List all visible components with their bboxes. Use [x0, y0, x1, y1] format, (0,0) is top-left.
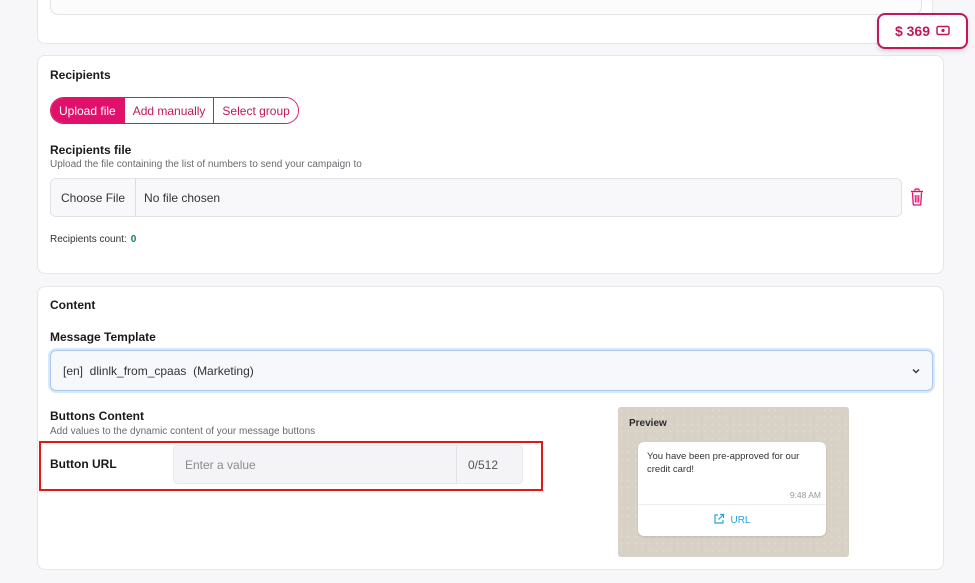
- recipients-count: Recipients count: 0: [50, 234, 136, 245]
- preview-url-button[interactable]: URL: [638, 509, 826, 531]
- message-template-value: [en] dlinlk_from_cpaas (Marketing): [63, 363, 254, 378]
- message-template-select[interactable]: [en] dlinlk_from_cpaas (Marketing): [50, 350, 933, 391]
- button-url-label: Button URL: [50, 457, 117, 471]
- recipients-card: Recipients Upload file Add manually Sele…: [37, 55, 944, 274]
- preview-message-text: You have been pre-approved for our credi…: [647, 451, 800, 475]
- previous-section-field[interactable]: [50, 0, 922, 15]
- previous-section-card: [37, 0, 933, 44]
- recipients-file-helper: Upload the file containing the list of n…: [50, 159, 362, 170]
- preview-title: Preview: [629, 418, 667, 429]
- chevron-down-icon: [910, 365, 922, 377]
- balance-amount: $ 369: [894, 23, 931, 39]
- tab-select-group[interactable]: Select group: [214, 98, 298, 123]
- content-card: Content Message Template [en] dlinlk_fro…: [37, 286, 944, 570]
- preview-url-label: URL: [730, 514, 751, 526]
- buttons-content-helper: Add values to the dynamic content of you…: [50, 426, 316, 437]
- recipients-file-label: Recipients file: [50, 143, 132, 157]
- cash-icon: [936, 23, 950, 39]
- trash-icon[interactable]: [910, 188, 924, 206]
- content-title: Content: [50, 298, 96, 312]
- preview-message-time: 9:48 AM: [789, 490, 821, 500]
- message-template-label: Message Template: [50, 330, 156, 344]
- file-input[interactable]: Choose File No file chosen: [50, 178, 902, 217]
- tab-upload-file[interactable]: Upload file: [51, 98, 125, 123]
- button-url-field: 0/512: [173, 445, 523, 484]
- tab-add-manually[interactable]: Add manually: [124, 98, 215, 123]
- recipients-count-label: Recipients count:: [50, 234, 127, 245]
- message-bubble: You have been pre-approved for our credi…: [638, 442, 826, 536]
- button-url-input[interactable]: [174, 446, 456, 483]
- bubble-divider: [638, 504, 826, 505]
- external-link-icon: [713, 513, 725, 528]
- balance-badge[interactable]: $ 369: [877, 13, 968, 49]
- button-url-char-counter: 0/512: [456, 446, 522, 483]
- recipients-count-value: 0: [130, 234, 137, 245]
- file-status-text: No file chosen: [144, 190, 221, 205]
- buttons-content-title: Buttons Content: [50, 409, 144, 423]
- recipients-source-tabs: Upload file Add manually Select group: [50, 97, 299, 124]
- message-preview: Preview You have been pre-approved for o…: [618, 407, 849, 557]
- choose-file-button[interactable]: Choose File: [51, 179, 137, 216]
- recipients-title: Recipients: [50, 68, 111, 82]
